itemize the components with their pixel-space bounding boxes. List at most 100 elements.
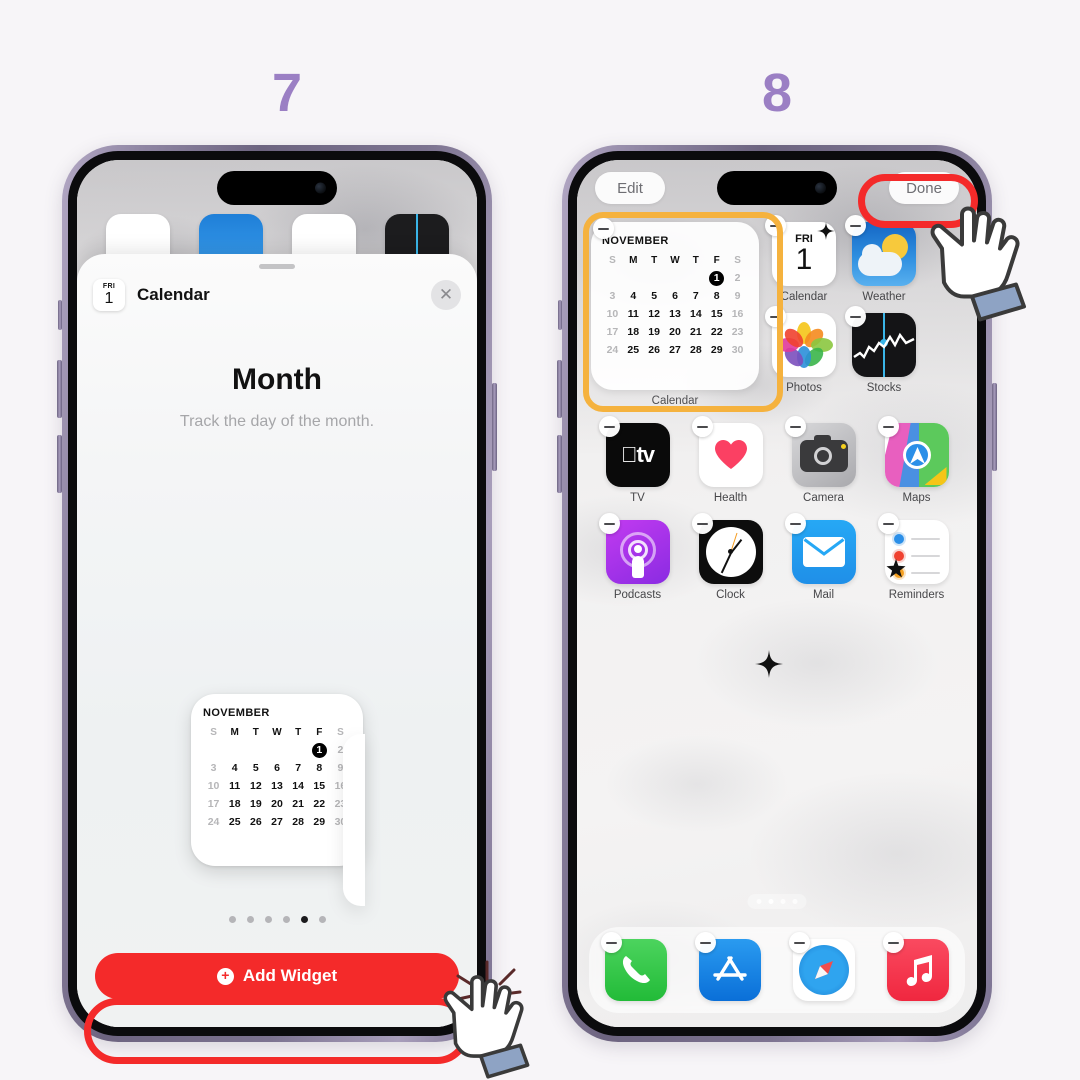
- remove-app-button[interactable]: [789, 932, 810, 953]
- calendar-widget[interactable]: NOVEMBER SMTWTFS 1 2 3 4 5 6 7 8 9 10 11 12 13 14 15 16…: [591, 222, 759, 390]
- app-label: Clock: [716, 589, 745, 601]
- remove-app-button[interactable]: [845, 215, 866, 236]
- remove-app-button[interactable]: [883, 932, 904, 953]
- dock-app-safari[interactable]: [789, 932, 855, 1001]
- remove-app-button[interactable]: [784, 513, 806, 534]
- app-tv[interactable]: tv TV: [598, 416, 673, 504]
- page-dot[interactable]: [300, 916, 308, 923]
- app-stocks[interactable]: Stocks: [845, 306, 919, 394]
- calendar-weekday-header: F: [316, 727, 323, 738]
- power-button[interactable]: [992, 383, 997, 471]
- calendar-day-cell: 15: [710, 308, 723, 320]
- volume-down-button[interactable]: [557, 435, 562, 493]
- widget-preview-next[interactable]: [343, 734, 365, 906]
- edit-button[interactable]: Edit: [595, 172, 665, 204]
- mute-switch[interactable]: [558, 300, 562, 330]
- volume-up-button[interactable]: [57, 360, 62, 418]
- remove-app-button[interactable]: [765, 215, 786, 236]
- calendar-weekday-header: S: [337, 727, 344, 738]
- calendar-day-cell: 3: [210, 762, 217, 774]
- calendar-day-cell: 7: [295, 762, 302, 774]
- calendar-day-cell: 1: [309, 743, 330, 758]
- close-icon[interactable]: ✕: [431, 280, 461, 310]
- volume-up-button[interactable]: [557, 360, 562, 418]
- calendar-day-cell: 12: [250, 780, 262, 792]
- sparkle-decoration-icon: [817, 222, 835, 240]
- widget-preview-card[interactable]: NOVEMBER SMTWTFS 1 2 3 4 5 6 7 8 9 10 11 12 13 14 15 16…: [191, 694, 363, 866]
- calendar-day-cell: 24: [207, 816, 220, 828]
- calendar-day-cell: 17: [207, 798, 220, 810]
- dynamic-island: [217, 171, 337, 205]
- calendar-day-cell: 20: [669, 326, 681, 338]
- calendar-weekday-header: S: [734, 255, 741, 266]
- calendar-day-cell: 29: [313, 816, 326, 828]
- calendar-grid-preview: SMTWTFS 1 2 3 4 5 6 7 8 9 10 11 12 13 14 15 16 17 18 19 20 2…: [203, 725, 351, 830]
- dock-app-music[interactable]: [883, 932, 949, 1001]
- widget-preview-carousel[interactable]: NOVEMBER SMTWTFS 1 2 3 4 5 6 7 8 9 10 11 12 13 14 15 16…: [77, 694, 477, 906]
- page-dot[interactable]: [228, 916, 236, 923]
- remove-app-button[interactable]: [765, 306, 786, 327]
- mute-switch[interactable]: [58, 300, 62, 330]
- calendar-month-label: NOVEMBER: [602, 235, 669, 247]
- calendar-day-cell: [665, 271, 686, 286]
- calendar-weekday-header: F: [713, 255, 720, 266]
- page-dot[interactable]: [768, 899, 774, 904]
- app-weather[interactable]: Weather: [845, 215, 919, 303]
- remove-app-button[interactable]: [877, 416, 899, 437]
- widget-variant-title: Month: [232, 363, 322, 396]
- app-label: Calendar: [780, 291, 828, 303]
- calendar-month-label: NOVEMBER: [203, 707, 270, 719]
- page-dot[interactable]: [756, 899, 762, 904]
- app-maps[interactable]: Maps: [877, 416, 952, 504]
- remove-app-button[interactable]: [691, 416, 713, 437]
- app-clock[interactable]: Clock: [691, 513, 766, 601]
- add-widget-container: + Add Widget: [95, 953, 459, 999]
- page-dot[interactable]: [780, 899, 786, 904]
- phone-mockup-step7: FRI FRI: [57, 145, 497, 1042]
- remove-app-button[interactable]: [784, 416, 806, 437]
- calendar-day-cell: 12: [648, 308, 660, 320]
- page-dot[interactable]: [264, 916, 272, 923]
- app-camera[interactable]: Camera: [784, 416, 859, 504]
- app-column-1: FRI 1 Calendar Photos: [765, 215, 839, 407]
- calendar-day-cell: [623, 271, 644, 286]
- remove-app-button[interactable]: [691, 513, 713, 534]
- volume-down-button[interactable]: [57, 435, 62, 493]
- calendar-day-cell: 11: [627, 308, 639, 320]
- app-podcasts[interactable]: Podcasts: [598, 513, 673, 601]
- calendar-day-cell: 7: [692, 290, 699, 302]
- calendar-day-cell: 8: [316, 762, 323, 774]
- calendar-day-cell: 29: [710, 344, 723, 356]
- home-page-indicator[interactable]: [747, 894, 807, 909]
- page-dot[interactable]: [792, 899, 798, 904]
- widget-page-indicator[interactable]: [77, 916, 477, 923]
- calendar-day-cell: 22: [710, 326, 723, 338]
- page-dot[interactable]: [282, 916, 290, 923]
- app-photos[interactable]: Photos: [765, 306, 839, 394]
- sparkle-decoration-icon: [755, 650, 783, 678]
- remove-app-button[interactable]: [695, 932, 716, 953]
- remove-app-button[interactable]: [877, 513, 899, 534]
- power-button[interactable]: [492, 383, 497, 471]
- app-label: TV: [630, 492, 645, 504]
- page-dot[interactable]: [246, 916, 254, 923]
- page-dot[interactable]: [318, 916, 326, 923]
- remove-app-button[interactable]: [601, 932, 622, 953]
- remove-app-button[interactable]: [598, 513, 620, 534]
- calendar-icon-weekday: FRI: [102, 283, 116, 290]
- dock-app-phone[interactable]: [601, 932, 667, 1001]
- add-widget-button[interactable]: + Add Widget: [95, 953, 459, 999]
- calendar-day-cell: 21: [292, 798, 304, 810]
- calendar-day-cell: [224, 743, 245, 758]
- calendar-day-cell: 25: [627, 344, 640, 356]
- remove-app-button[interactable]: [598, 416, 620, 437]
- dock-app-appstore[interactable]: [695, 932, 761, 1001]
- calendar-day-cell: 2: [734, 272, 741, 284]
- app-mail[interactable]: Mail: [784, 513, 859, 601]
- app-health[interactable]: Health: [691, 416, 766, 504]
- remove-widget-button[interactable]: [593, 218, 614, 239]
- calendar-day-cell: 10: [207, 780, 220, 792]
- hand-cursor-icon: [443, 975, 530, 1079]
- remove-app-button[interactable]: [845, 306, 866, 327]
- calendar-icon-day: 1: [104, 290, 114, 307]
